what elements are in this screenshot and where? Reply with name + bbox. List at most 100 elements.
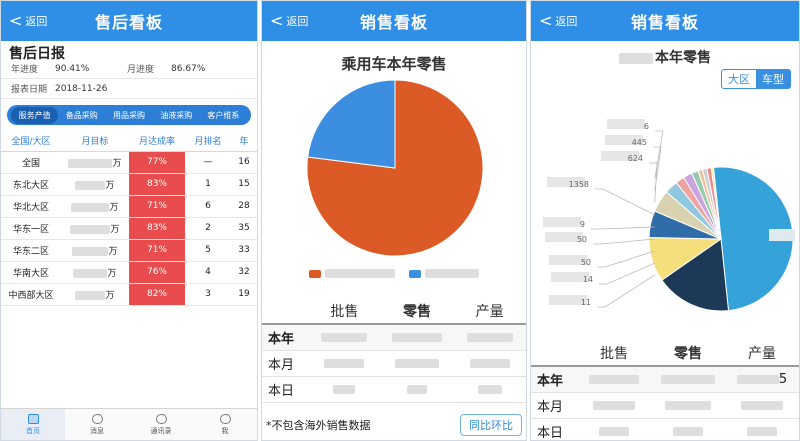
- tab-oil[interactable]: 油液采购: [153, 107, 200, 124]
- back-button[interactable]: < 返回: [539, 1, 577, 41]
- back-label: 返回: [555, 15, 578, 28]
- tab-contacts[interactable]: 通讯录: [129, 409, 193, 440]
- callout-value: 14: [583, 275, 593, 284]
- year-cell: 35: [231, 217, 257, 240]
- region-cell: 华北大区: [1, 195, 61, 218]
- row-label: 本年: [268, 332, 295, 347]
- callout-value: 445: [632, 138, 647, 147]
- target-redacted: [72, 246, 109, 256]
- callout-line: [597, 274, 655, 308]
- unit: 万: [109, 202, 119, 213]
- bottom-tab-bar: 首页 消息 通讯录 我: [1, 408, 257, 440]
- unit: 万: [110, 224, 120, 235]
- chevron-left-icon: <: [9, 11, 23, 30]
- page-title: 销售看板: [359, 13, 428, 32]
- table-row: 全国 万 77% —16: [1, 151, 257, 174]
- tab-home[interactable]: 首页: [1, 409, 65, 440]
- year-progress-value: 90.41%: [55, 63, 90, 74]
- row-this-year: 本年 5: [531, 367, 799, 393]
- page-title: 销售看板: [630, 13, 699, 32]
- callout-value: 624: [628, 154, 643, 163]
- legend-item: [309, 269, 395, 279]
- pie-slice-1[interactable]: [307, 79, 396, 169]
- table-row: 东北大区 万 83% 1 15: [1, 173, 257, 196]
- month-target-cell: 万: [61, 283, 129, 306]
- region-cell: 华南大区: [1, 261, 61, 284]
- callout-line: [591, 226, 655, 230]
- year-cell: 33: [231, 239, 257, 262]
- table-row: 华东一区 万 83% 2 35: [1, 217, 257, 240]
- col-retail: 零售: [674, 346, 702, 362]
- target-redacted: [68, 158, 113, 168]
- target-redacted: [75, 290, 106, 300]
- user-icon: [219, 413, 231, 424]
- callout-value: 1358: [569, 180, 589, 189]
- row-this-month: 本月: [262, 351, 526, 377]
- home-icon: [27, 413, 39, 424]
- daily-report-title: 售后日报: [9, 46, 65, 62]
- contacts-icon: [155, 413, 167, 424]
- month-rank-cell: —: [185, 151, 231, 174]
- back-button[interactable]: < 返回: [270, 1, 308, 41]
- region-cell: 华东二区: [1, 239, 61, 262]
- grid-header-row: 批售 零售 产量: [262, 299, 526, 325]
- region-cell: 东北大区: [1, 173, 61, 196]
- row-label: 本日: [537, 426, 564, 441]
- back-label: 返回: [286, 15, 309, 28]
- month-progress-label: 月进度: [127, 65, 155, 75]
- row-this-year: 本年: [262, 325, 526, 351]
- yoy-mom-button[interactable]: 同比环比: [460, 414, 522, 436]
- callout-value: 50: [577, 235, 587, 244]
- month-rank-cell: 1: [185, 173, 231, 196]
- year-cell: 32: [231, 261, 257, 284]
- target-redacted: [73, 268, 108, 278]
- month-rate-cell: 83%: [129, 173, 185, 196]
- row-label: 本月: [537, 400, 564, 415]
- tab-spare-parts[interactable]: 备品采购: [58, 107, 105, 124]
- chart-legend: [262, 269, 526, 279]
- year-cell: 16: [231, 151, 257, 174]
- region-cell: 全国: [1, 151, 61, 174]
- tab-customer-retention[interactable]: 客户维系: [200, 107, 247, 124]
- row-today: 本日: [262, 377, 526, 403]
- legend-swatch: [409, 269, 421, 278]
- month-rate-cell: 82%: [129, 283, 185, 306]
- after-sales-panel: < 返回 售后看板 售后日报 年进度 90.41% 月进度 86.67% 报表日…: [0, 0, 258, 441]
- year-cell: 28: [231, 195, 257, 218]
- footnote: *不包含海外销售数据: [266, 419, 371, 432]
- tab-messages-label: 消息: [90, 426, 104, 435]
- tab-messages[interactable]: 消息: [65, 409, 129, 440]
- callout-value: 11: [581, 298, 591, 307]
- chevron-left-icon: <: [539, 11, 553, 30]
- month-target-cell: 万: [61, 261, 129, 284]
- col-month-rate: 月达成率: [129, 131, 185, 152]
- unit: 万: [112, 158, 122, 169]
- back-button[interactable]: < 返回: [9, 1, 47, 41]
- month-rank-cell: 6: [185, 195, 231, 218]
- month-rank-cell: 5: [185, 239, 231, 262]
- col-month-target: 月目标: [61, 131, 129, 152]
- header-bar: < 返回 售后看板: [1, 1, 257, 41]
- year-progress-label: 年进度: [11, 65, 39, 75]
- callout-line: [595, 188, 655, 216]
- callout-line: [593, 238, 655, 245]
- target-redacted: [71, 202, 110, 212]
- month-target-cell: 万: [61, 217, 129, 240]
- month-rate-cell: 71%: [129, 239, 185, 262]
- callout-label-redacted: [607, 119, 645, 129]
- header-bar: < 返回 销售看板: [262, 1, 526, 41]
- tab-accessories[interactable]: 用品采购: [105, 107, 152, 124]
- report-date-value: 2018-11-26: [55, 83, 108, 94]
- tab-service-output[interactable]: 服务产值: [11, 106, 59, 124]
- report-date-row: 报表日期 2018-11-26: [1, 79, 257, 99]
- year-cell: 15: [231, 173, 257, 196]
- callout-label-redacted: [769, 229, 795, 241]
- tab-me[interactable]: 我: [193, 409, 257, 440]
- unit: 万: [105, 180, 115, 191]
- table-row: 华北大区 万 71% 6 28: [1, 195, 257, 218]
- col-wholesale: 批售: [600, 346, 628, 362]
- report-date-label: 报表日期: [11, 85, 48, 95]
- table-header-row: 全国/大区 月目标 月达成率 月排名 年: [1, 131, 257, 152]
- legend-item: [409, 269, 479, 279]
- row-label: 本日: [268, 384, 295, 399]
